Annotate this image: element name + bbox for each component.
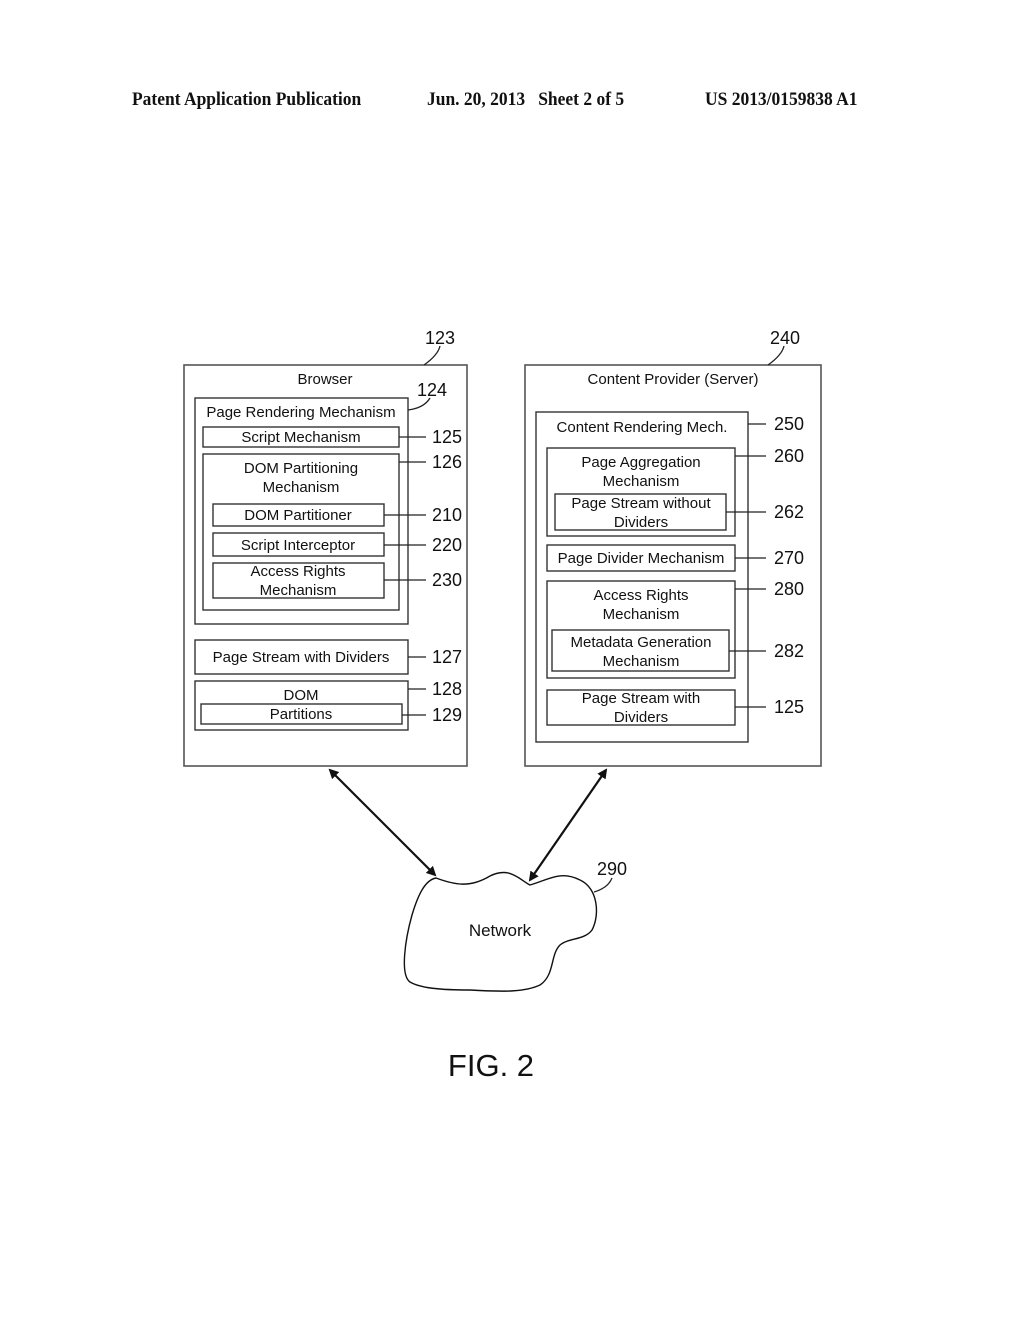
access-rights-server-label-1: Access Rights xyxy=(593,587,688,604)
server-network-arrow xyxy=(528,768,608,882)
ref-260: 260 xyxy=(774,446,804,466)
server-block: 240 Content Provider (Server) Content Re… xyxy=(524,328,822,767)
ref-126: 126 xyxy=(432,452,462,472)
ref-230: 230 xyxy=(432,570,462,590)
access-rights-browser-label-2: Mechanism xyxy=(260,582,337,599)
ref-123: 123 xyxy=(425,328,455,348)
figure-label: FIG. 2 xyxy=(448,1048,534,1083)
ref-125-browser: 125 xyxy=(432,427,462,447)
metadata-generation-label-2: Mechanism xyxy=(603,653,680,670)
ref-280: 280 xyxy=(774,579,804,599)
leader-240 xyxy=(767,345,785,366)
stream-without-label-1: Page Stream without xyxy=(571,495,711,512)
leader-123 xyxy=(423,345,441,366)
dom-partitioner-label: DOM Partitioner xyxy=(244,507,352,524)
ref-282: 282 xyxy=(774,641,804,661)
ref-129: 129 xyxy=(432,705,462,725)
dom-partitioning-label-1: DOM Partitioning xyxy=(244,460,358,477)
stream-with-server-label-2: Dividers xyxy=(614,709,668,726)
ref-125-server: 125 xyxy=(774,697,804,717)
dom-label: DOM xyxy=(284,687,319,704)
ref-262: 262 xyxy=(774,502,804,522)
script-interceptor-label: Script Interceptor xyxy=(241,537,355,554)
access-rights-browser-label-1: Access Rights xyxy=(250,563,345,580)
ref-290: 290 xyxy=(597,859,627,879)
dom-partitioning-label-2: Mechanism xyxy=(263,479,340,496)
ref-250: 250 xyxy=(774,414,804,434)
page-divider-label: Page Divider Mechanism xyxy=(558,550,725,567)
ref-127: 127 xyxy=(432,647,462,667)
page-rendering-label: Page Rendering Mechanism xyxy=(206,404,395,421)
figure-diagram: 123 Browser Page Rendering Mechanism 124… xyxy=(183,328,822,1083)
page-stream-browser-label: Page Stream with Dividers xyxy=(213,649,390,666)
browser-block: 123 Browser Page Rendering Mechanism 124… xyxy=(183,328,468,767)
network-block: Network 290 xyxy=(403,859,627,992)
page-aggregation-label-2: Mechanism xyxy=(603,473,680,490)
network-label: Network xyxy=(469,921,532,940)
ref-210: 210 xyxy=(432,505,462,525)
script-mechanism-label: Script Mechanism xyxy=(241,429,360,446)
ref-124: 124 xyxy=(417,380,447,400)
stream-with-server-label-1: Page Stream with xyxy=(582,690,700,707)
ref-220: 220 xyxy=(432,535,462,555)
access-rights-server-label-2: Mechanism xyxy=(603,606,680,623)
content-rendering-label: Content Rendering Mech. xyxy=(557,419,728,436)
ref-240: 240 xyxy=(770,328,800,348)
stream-without-label-2: Dividers xyxy=(614,514,668,531)
page-aggregation-label-1: Page Aggregation xyxy=(581,454,700,471)
metadata-generation-label-1: Metadata Generation xyxy=(571,634,712,651)
server-title: Content Provider (Server) xyxy=(588,371,759,388)
partitions-label: Partitions xyxy=(270,706,333,723)
browser-network-arrow xyxy=(328,768,437,877)
browser-title: Browser xyxy=(297,371,352,388)
ref-270: 270 xyxy=(774,548,804,568)
ref-128: 128 xyxy=(432,679,462,699)
leader-290 xyxy=(593,877,613,893)
